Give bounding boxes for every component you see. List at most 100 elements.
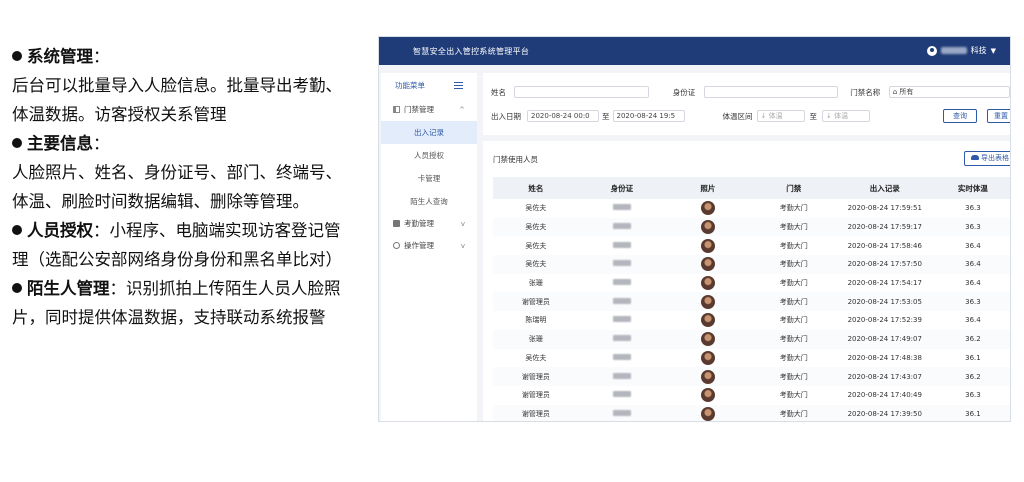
sidebar-item-strangers[interactable]: 陌生人查询: [381, 190, 477, 213]
export-table-button[interactable]: 导出表格: [964, 151, 1010, 166]
query-button[interactable]: 查询: [943, 109, 977, 123]
cell-name: 张珊: [528, 279, 543, 288]
sidebar-group-attendance[interactable]: 考勤管理 v: [381, 213, 477, 235]
desc-text: 体温、刷脸时间数据编辑、删除等管理。: [12, 192, 309, 211]
column-header-gate[interactable]: 门禁: [750, 177, 837, 199]
filter-row: 出入日期 2020-08-24 00:0 至 2020-08-24 19:5 体…: [491, 109, 1010, 123]
face-photo[interactable]: [700, 313, 715, 328]
hamburger-menu-icon[interactable]: [454, 82, 463, 89]
temp-to-input[interactable]: ↓ 体温: [822, 110, 870, 122]
desc-text: 片，同时提供体温数据，支持联动系统报警: [12, 308, 326, 327]
temp-from-input[interactable]: ↓ 体温: [756, 110, 805, 122]
cell-gate: 考勤大门: [779, 391, 808, 400]
desc-line: 后台可以批量导入人脸信息。批量导出考勤、: [12, 71, 372, 100]
sidebar-group-label: 操作管理: [404, 241, 434, 250]
temp-from-placeholder: 体温: [768, 112, 783, 120]
date-label: 出入日期: [491, 111, 521, 121]
cell-name: 谢管理员: [493, 367, 579, 386]
cell-name: 吴佐夫: [493, 255, 579, 274]
cell-time: 2020-08-24 17:53:05: [836, 292, 933, 312]
cell-time: 2020-08-24 17:57:50: [836, 255, 933, 274]
cell-name: 陈瑞明: [525, 316, 547, 325]
id-input[interactable]: [703, 86, 839, 98]
column-header-photo[interactable]: 照片: [664, 177, 751, 199]
redacted-id: [612, 372, 631, 379]
table-row[interactable]: 谢管理员 考勤大门 2020-08-24 17:53:05 36.3: [493, 292, 1010, 312]
gate-select[interactable]: ⌂ 所有: [888, 86, 1010, 98]
section-title: 门禁使用人员: [493, 155, 538, 164]
cell-time: 2020-08-24 17:39:50: [836, 404, 933, 421]
date-to-value: 2020-08-24 19:5: [616, 112, 676, 120]
cell-id: [579, 274, 665, 293]
face-photo[interactable]: [700, 294, 715, 309]
table-row[interactable]: 张珊 考勤大门 2020-08-24 17:54:17 36.4: [493, 274, 1010, 293]
cell-gate: 考勤大门: [750, 217, 837, 237]
sidebar-item-access-records[interactable]: 出入记录: [381, 121, 477, 144]
filter-row: 姓名 身份证 门禁名称 ⌂ 所有: [491, 85, 1010, 99]
user-menu[interactable]: 科技 ▼: [926, 45, 996, 56]
cell-id: [578, 217, 665, 237]
desc-line: 体温、刷脸时间数据编辑、删除等管理。: [12, 187, 372, 216]
cell-name: 吴佐夫: [525, 241, 547, 250]
feature-description: 系统管理： 后台可以批量导入人脸信息。批量导出考勤、 体温数据。访客授权关系管理…: [12, 42, 372, 332]
cell-temp: 36.4: [965, 241, 981, 250]
face-photo[interactable]: [700, 388, 715, 403]
date-to-input[interactable]: 2020-08-24 19:5: [612, 110, 685, 122]
table-row[interactable]: 吴佐夫 考勤大门 2020-08-24 17:57:50 36.4: [493, 255, 1010, 274]
main-panel: 姓名 身份证 门禁名称 ⌂ 所有 出入日期 2020-08-24 00:0 至 …: [483, 73, 1010, 421]
table-row[interactable]: 谢管理员 考勤大门 2020-08-24 17:40:49 36.3: [493, 386, 1010, 405]
sidebar-header: 功能菜单: [381, 73, 477, 99]
cell-photo: [665, 199, 751, 218]
face-photo[interactable]: [700, 369, 715, 384]
table-row[interactable]: 谢管理员 考勤大门 2020-08-24 17:43:07 36.2: [493, 367, 1010, 386]
face-photo[interactable]: [700, 257, 715, 272]
cell-time: 2020-08-24 17:40:49: [847, 391, 922, 400]
cell-name: 吴佐夫: [525, 204, 547, 213]
table-row[interactable]: 吴佐夫 考勤大门 2020-08-24 17:48:38 36.1: [493, 349, 1010, 368]
face-photo[interactable]: [700, 406, 715, 421]
sidebar-group-operations[interactable]: 操作管理 v: [381, 235, 477, 257]
cell-photo: [665, 236, 751, 255]
table-row[interactable]: 吴佐夫 考勤大门 2020-08-24 17:59:17 36.3: [493, 217, 1010, 237]
reset-button[interactable]: 重置: [987, 109, 1010, 123]
cell-gate: 考勤大门: [779, 316, 808, 325]
date-from-input[interactable]: 2020-08-24 00:0: [527, 110, 599, 122]
face-photo[interactable]: [700, 350, 715, 365]
name-input[interactable]: [514, 86, 649, 98]
top-bar: 智慧安全出入管控系统管理平台 科技 ▼: [379, 37, 1010, 65]
cell-time: 2020-08-24 17:49:07: [836, 329, 933, 349]
face-photo[interactable]: [700, 201, 715, 216]
table-row[interactable]: 张珊 考勤大门 2020-08-24 17:49:07 36.2: [493, 329, 1010, 349]
cell-gate: 考勤大门: [779, 241, 808, 250]
face-photo[interactable]: [700, 332, 715, 347]
column-header-temp[interactable]: 实时体温: [932, 177, 1010, 199]
redacted-id: [612, 260, 631, 267]
redacted-id: [612, 391, 631, 398]
face-photo[interactable]: [700, 220, 715, 235]
desc-text: 体温数据。访客授权关系管理: [12, 105, 227, 124]
sidebar-group-access[interactable]: 门禁管理 ^: [381, 99, 477, 121]
face-photo[interactable]: [700, 276, 715, 291]
cell-photo: [664, 404, 751, 421]
sidebar-item-authorization[interactable]: 人员授权: [381, 144, 477, 167]
table-body: 吴佐夫 考勤大门 2020-08-24 17:59:51 36.3 吴佐夫 考勤大门 202…: [493, 199, 1010, 421]
column-header-id[interactable]: 身份证: [578, 177, 665, 199]
cloud-upload-icon: [971, 155, 979, 160]
column-header-record[interactable]: 出入记录: [836, 177, 933, 199]
cell-time: 2020-08-24 17:58:46: [847, 241, 922, 250]
column-header-name[interactable]: 姓名: [493, 177, 579, 199]
desc-line: 系统管理：: [12, 42, 372, 71]
thermometer-icon: ↓: [760, 112, 769, 120]
cell-id: [579, 386, 665, 405]
face-photo[interactable]: [700, 238, 715, 253]
sidebar-item-cards[interactable]: 卡管理: [381, 167, 477, 190]
table-row[interactable]: 谢管理员 考勤大门 2020-08-24 17:39:50 36.1: [493, 404, 1010, 421]
date-separator: 至: [602, 111, 610, 121]
table-row[interactable]: 吴佐夫 考勤大门 2020-08-24 17:58:46 36.4: [493, 236, 1010, 255]
cell-temp: 36.1: [965, 353, 981, 362]
cell-photo: [664, 329, 751, 349]
table-row[interactable]: 吴佐夫 考勤大门 2020-08-24 17:59:51 36.3: [493, 199, 1010, 218]
desc-line: 主要信息：: [12, 129, 372, 158]
app-title: 智慧安全出入管控系统管理平台: [413, 47, 530, 56]
table-row[interactable]: 陈瑞明 考勤大门 2020-08-24 17:52:39 36.4: [493, 311, 1010, 330]
